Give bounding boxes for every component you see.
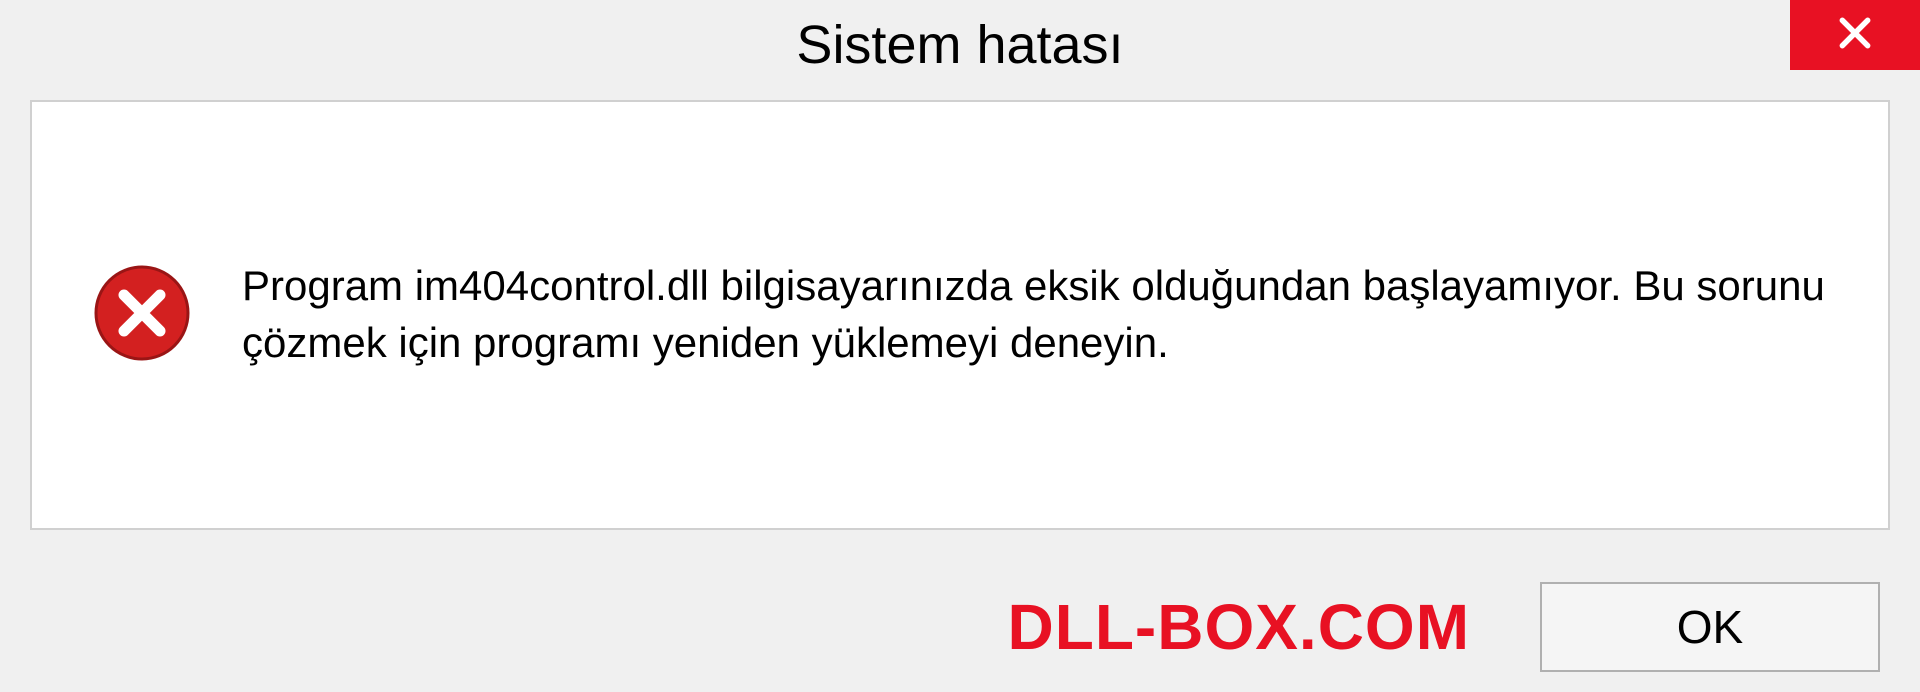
- close-button[interactable]: [1790, 0, 1920, 70]
- ok-button-label: OK: [1677, 600, 1743, 654]
- error-icon: [92, 263, 192, 368]
- dialog-title: Sistem hatası: [796, 14, 1123, 76]
- error-message: Program im404control.dll bilgisayarınızd…: [242, 258, 1828, 371]
- ok-button[interactable]: OK: [1540, 582, 1880, 672]
- error-dialog: Sistem hatası Program im404control.dll b…: [0, 0, 1920, 692]
- title-bar: Sistem hatası: [0, 0, 1920, 90]
- watermark-text: DLL-BOX.COM: [1008, 590, 1471, 664]
- footer-bar: DLL-BOX.COM OK: [0, 582, 1920, 672]
- content-panel: Program im404control.dll bilgisayarınızd…: [30, 100, 1890, 530]
- close-icon: [1836, 14, 1874, 57]
